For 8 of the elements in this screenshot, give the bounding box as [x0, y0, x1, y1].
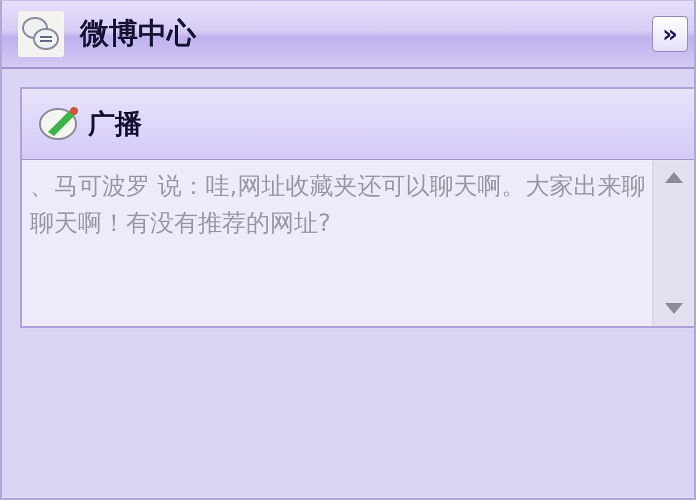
window-title: 微博中心 [80, 15, 198, 52]
scrollbar[interactable] [652, 160, 694, 326]
message-text: 、马可波罗 说：哇,网址收藏夹还可以聊天啊。大家出来聊聊天啊！有没有推荐的网址? [29, 171, 646, 239]
scroll-up-icon[interactable] [664, 172, 682, 183]
scroll-down-icon[interactable] [664, 303, 682, 314]
collapse-button[interactable]: » [652, 16, 688, 52]
chat-bubbles-icon [18, 11, 64, 57]
section-title: 广播 [88, 108, 142, 142]
